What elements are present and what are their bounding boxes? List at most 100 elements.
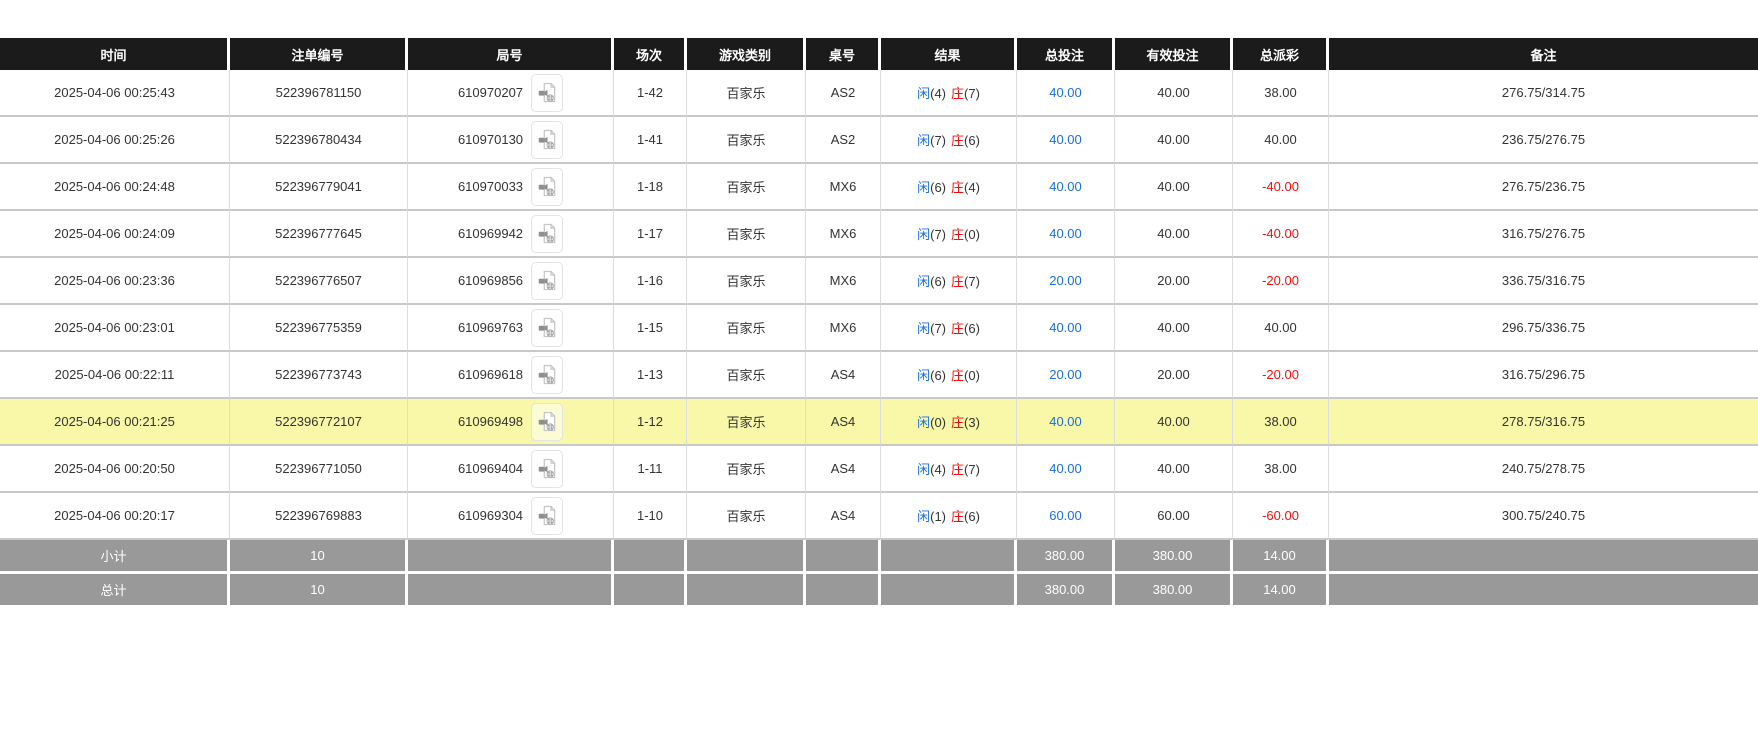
summary-valid-bet-cell: 380.00 — [1115, 571, 1233, 605]
cell-payout: -60.00 — [1233, 493, 1329, 540]
result-banker-label: 庄 — [951, 86, 964, 101]
table-row[interactable]: 2025-04-06 00:25:26 522396780434 6109701… — [0, 117, 1758, 164]
cell-round-id: 610969304 — [408, 493, 614, 540]
table-row[interactable]: 2025-04-06 00:24:09 522396777645 6109699… — [0, 211, 1758, 258]
summary-empty-cell — [687, 540, 806, 571]
cell-round-id: 610970130 — [408, 117, 614, 164]
video-replay-button[interactable] — [531, 450, 563, 488]
cell-session: 1-41 — [614, 117, 687, 164]
result-player-score: (1) — [930, 509, 946, 524]
summary-label: 总计 — [100, 583, 126, 598]
cell-session: 1-18 — [614, 164, 687, 211]
video-replay-button[interactable] — [531, 262, 563, 300]
table-row[interactable]: 2025-04-06 00:20:50 522396771050 6109694… — [0, 446, 1758, 493]
cell-valid-bet: 40.00 — [1115, 117, 1233, 164]
col-header-time: 时间 — [0, 38, 230, 70]
payout-value: -20.00 — [1262, 273, 1299, 288]
video-replay-button[interactable] — [531, 403, 563, 441]
bet-history-panel: 时间 注单编号 局号 场次 游戏类别 桌号 结果 总投注 有效投注 总派彩 备注… — [0, 38, 1758, 605]
video-replay-button[interactable] — [531, 309, 563, 347]
summary-empty-cell — [806, 571, 881, 605]
result-player-label: 闲 — [917, 462, 930, 477]
summary-total-bet-cell: 380.00 — [1017, 540, 1115, 571]
time-value: 2025-04-06 00:24:48 — [54, 179, 175, 194]
session-value: 1-17 — [637, 226, 663, 241]
table-row[interactable]: 2025-04-06 00:20:17 522396769883 6109693… — [0, 493, 1758, 540]
result-player-score: (7) — [930, 133, 946, 148]
cell-time: 2025-04-06 00:25:26 — [0, 117, 230, 164]
summary-count-cell: 10 — [230, 571, 408, 605]
cell-total-bet: 40.00 — [1017, 117, 1115, 164]
table-id-value: AS4 — [831, 461, 856, 476]
video-replay-button[interactable] — [531, 215, 563, 253]
cell-payout: 40.00 — [1233, 305, 1329, 352]
video-replay-button[interactable] — [531, 356, 563, 394]
summary-empty-cell — [881, 571, 1017, 605]
cell-table-id: MX6 — [806, 211, 881, 258]
cell-session: 1-13 — [614, 352, 687, 399]
cell-result: 闲(0)庄(3) — [881, 399, 1017, 446]
valid-bet-value: 40.00 — [1157, 320, 1190, 335]
result-player-score: (0) — [930, 415, 946, 430]
table-row[interactable]: 2025-04-06 00:21:25 522396772107 6109694… — [0, 399, 1758, 446]
col-header-table-id: 桌号 — [806, 38, 881, 70]
cell-table-id: AS2 — [806, 117, 881, 164]
cell-payout: 40.00 — [1233, 117, 1329, 164]
cell-session: 1-11 — [614, 446, 687, 493]
cell-table-id: MX6 — [806, 258, 881, 305]
result-banker-score: (3) — [964, 415, 980, 430]
table-row[interactable]: 2025-04-06 00:24:48 522396779041 6109700… — [0, 164, 1758, 211]
table-row[interactable]: 2025-04-06 00:25:43 522396781150 6109702… — [0, 70, 1758, 117]
round-id-value: 610970130 — [458, 132, 523, 147]
payout-value: -60.00 — [1262, 508, 1299, 523]
summary-total-bet-cell: 380.00 — [1017, 571, 1115, 605]
summary-count-cell: 10 — [230, 540, 408, 571]
remark-value: 300.75/240.75 — [1502, 508, 1585, 523]
table-row[interactable]: 2025-04-06 00:23:01 522396775359 6109697… — [0, 305, 1758, 352]
summary-count: 10 — [310, 548, 324, 563]
cell-game-type: 百家乐 — [687, 70, 806, 117]
summary-count: 10 — [310, 582, 324, 597]
col-header-total-bet: 总投注 — [1017, 38, 1115, 70]
col-header-game-type: 游戏类别 — [687, 38, 806, 70]
payout-value: 40.00 — [1264, 132, 1297, 147]
total-bet-value: 40.00 — [1049, 85, 1082, 100]
result-banker-label: 庄 — [951, 321, 964, 336]
payout-value: 40.00 — [1264, 320, 1297, 335]
cell-bet-id: 522396776507 — [230, 258, 408, 305]
header-row: 时间 注单编号 局号 场次 游戏类别 桌号 结果 总投注 有效投注 总派彩 备注 — [0, 38, 1758, 70]
payout-value: -40.00 — [1262, 179, 1299, 194]
summary-valid-bet: 380.00 — [1153, 548, 1193, 563]
cell-valid-bet: 40.00 — [1115, 211, 1233, 258]
summary-label: 小计 — [100, 549, 126, 564]
result-banker-score: (0) — [964, 227, 980, 242]
payout-value: 38.00 — [1264, 85, 1297, 100]
result-player-label: 闲 — [917, 368, 930, 383]
video-replay-button[interactable] — [531, 121, 563, 159]
cell-session: 1-10 — [614, 493, 687, 540]
cell-total-bet: 60.00 — [1017, 493, 1115, 540]
summary-payout-cell: 14.00 — [1233, 571, 1329, 605]
table-row[interactable]: 2025-04-06 00:22:11 522396773743 6109696… — [0, 352, 1758, 399]
cell-bet-id: 522396773743 — [230, 352, 408, 399]
video-replay-button[interactable] — [531, 168, 563, 206]
cell-table-id: AS4 — [806, 399, 881, 446]
cell-session: 1-12 — [614, 399, 687, 446]
video-replay-button[interactable] — [531, 497, 563, 535]
round-id-value: 610969498 — [458, 414, 523, 429]
video-replay-button[interactable] — [531, 74, 563, 112]
table-row[interactable]: 2025-04-06 00:23:36 522396776507 6109698… — [0, 258, 1758, 305]
cell-bet-id: 522396769883 — [230, 493, 408, 540]
cell-result: 闲(1)庄(6) — [881, 493, 1017, 540]
table-id-value: MX6 — [830, 226, 857, 241]
summary-row: 小计 10 380.00 380.00 14.00 — [0, 540, 1758, 571]
video-icon — [538, 505, 556, 527]
result-player-label: 闲 — [917, 227, 930, 242]
cell-result: 闲(4)庄(7) — [881, 446, 1017, 493]
cell-time: 2025-04-06 00:23:36 — [0, 258, 230, 305]
col-header-bet-id: 注单编号 — [230, 38, 408, 70]
cell-game-type: 百家乐 — [687, 399, 806, 446]
cell-remark: 276.75/314.75 — [1329, 70, 1758, 117]
round-id-value: 610969304 — [458, 508, 523, 523]
video-icon — [538, 82, 556, 104]
